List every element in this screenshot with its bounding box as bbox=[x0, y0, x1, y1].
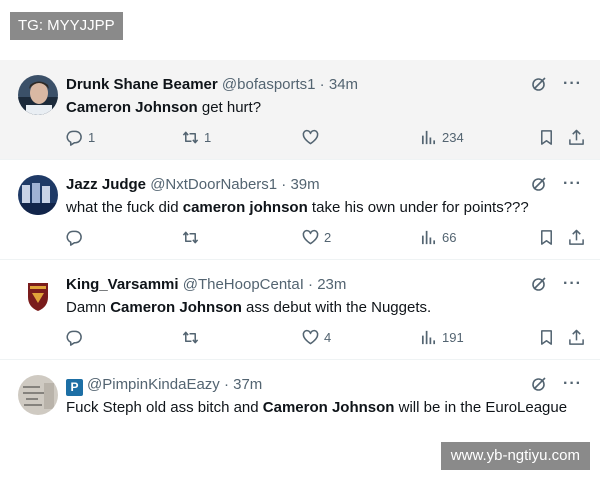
grok-icon[interactable] bbox=[531, 276, 547, 292]
view-count: 191 bbox=[442, 330, 464, 345]
mention-bold: cameron johnson bbox=[182, 199, 308, 216]
tweet-header: Drunk Shane Beamer @bofasports1 · 34m bbox=[66, 76, 358, 94]
watermark-top: TG: MYYJJPP bbox=[10, 12, 123, 40]
bookmark-icon bbox=[541, 330, 552, 345]
retweet-icon bbox=[182, 331, 199, 344]
reply-icon bbox=[66, 130, 82, 146]
like-count: 4 bbox=[324, 330, 332, 345]
avatar-image bbox=[18, 375, 58, 415]
retweet-button[interactable]: 1 bbox=[182, 129, 211, 146]
share-button[interactable] bbox=[568, 329, 585, 346]
avatar-image bbox=[18, 75, 58, 115]
grok-icon[interactable] bbox=[531, 376, 547, 392]
reply-icon bbox=[66, 230, 82, 246]
tweet-header: P @PimpinKindaEazy · 37m bbox=[66, 376, 262, 396]
reply-button[interactable] bbox=[66, 329, 88, 346]
reply-icon bbox=[66, 330, 82, 346]
watermark-bottom: www.yb-ngtiyu.com bbox=[440, 442, 590, 470]
more-icon[interactable]: ··· bbox=[563, 176, 582, 192]
display-name[interactable]: King_Varsammi bbox=[66, 276, 179, 293]
retweet-icon bbox=[182, 131, 199, 144]
view-count: 234 bbox=[442, 130, 464, 145]
grok-icon[interactable] bbox=[531, 176, 547, 192]
views-button[interactable]: 234 bbox=[420, 129, 464, 146]
tweet-top-icons: ··· bbox=[531, 76, 582, 92]
bookmark-icon bbox=[541, 130, 552, 145]
handle-and-time[interactable]: @NxtDoorNabers1 · 39m bbox=[150, 176, 319, 193]
like-icon bbox=[302, 329, 319, 345]
handle-and-time[interactable]: @PimpinKindaEazy · 37m bbox=[87, 376, 262, 393]
tweet[interactable]: Jazz Judge @NxtDoorNabers1 · 39m ··· wha… bbox=[0, 160, 600, 260]
tweet-header: King_Varsammi @TheHoopCentaI · 23m bbox=[66, 276, 346, 294]
retweet-icon bbox=[182, 231, 199, 244]
views-button[interactable]: 191 bbox=[420, 329, 464, 346]
view-count: 66 bbox=[442, 230, 457, 245]
avatar[interactable] bbox=[18, 175, 58, 215]
like-icon bbox=[302, 129, 319, 145]
retweet-count: 1 bbox=[204, 130, 212, 145]
views-button[interactable]: 66 bbox=[420, 229, 456, 246]
bookmark-button[interactable] bbox=[538, 129, 555, 146]
views-icon bbox=[421, 330, 436, 345]
bookmark-button[interactable] bbox=[538, 329, 555, 346]
like-button[interactable]: 2 bbox=[302, 229, 331, 246]
like-button[interactable] bbox=[302, 129, 324, 146]
tweet-feed: Drunk Shane Beamer @bofasports1 · 34m ··… bbox=[0, 60, 600, 428]
avatar[interactable] bbox=[18, 275, 58, 315]
views-icon bbox=[421, 230, 436, 245]
like-icon bbox=[302, 229, 319, 245]
grok-icon[interactable] bbox=[531, 76, 547, 92]
tweet-header: Jazz Judge @NxtDoorNabers1 · 39m bbox=[66, 176, 320, 194]
tweet-top-icons: ··· bbox=[531, 376, 582, 392]
tweet-text: Fuck Steph old ass bitch and Cameron Joh… bbox=[66, 399, 568, 416]
like-button[interactable]: 4 bbox=[302, 329, 331, 346]
reply-count: 1 bbox=[88, 130, 96, 145]
avatar-image bbox=[18, 175, 58, 215]
like-count: 2 bbox=[324, 230, 332, 245]
display-name[interactable]: Drunk Shane Beamer bbox=[66, 76, 218, 93]
tweet-actions: 2 66 bbox=[66, 229, 586, 249]
tweet-text: what the fuck did cameron johnson take h… bbox=[66, 199, 529, 216]
mention-bold: Cameron Johnson bbox=[110, 299, 242, 316]
mention-bold: Cameron Johnson bbox=[262, 399, 395, 416]
tweet[interactable]: King_Varsammi @TheHoopCentaI · 23m ··· D… bbox=[0, 260, 600, 360]
share-icon bbox=[569, 229, 584, 245]
tweet[interactable]: Drunk Shane Beamer @bofasports1 · 34m ··… bbox=[0, 60, 600, 160]
retweet-button[interactable] bbox=[182, 229, 204, 246]
share-button[interactable] bbox=[568, 229, 585, 246]
avatar-image bbox=[18, 275, 58, 315]
tweet-top-icons: ··· bbox=[531, 276, 582, 292]
more-icon[interactable]: ··· bbox=[563, 276, 582, 292]
share-button[interactable] bbox=[568, 129, 585, 146]
tweet-actions: 4 191 bbox=[66, 329, 586, 349]
avatar[interactable] bbox=[18, 75, 58, 115]
reply-button[interactable]: 1 bbox=[66, 129, 95, 146]
tweet-text: Damn Cameron Johnson ass debut with the … bbox=[66, 299, 432, 316]
share-icon bbox=[569, 329, 584, 345]
tweet[interactable]: P @PimpinKindaEazy · 37m ··· Fuck Steph o… bbox=[0, 360, 600, 428]
retweet-button[interactable] bbox=[182, 329, 204, 346]
more-icon[interactable]: ··· bbox=[563, 376, 582, 392]
share-icon bbox=[569, 129, 584, 145]
bookmark-button[interactable] bbox=[538, 229, 555, 246]
reply-button[interactable] bbox=[66, 229, 88, 246]
views-icon bbox=[421, 130, 436, 145]
mention-bold: Cameron Johnson bbox=[66, 99, 198, 116]
tweet-top-icons: ··· bbox=[531, 176, 582, 192]
more-icon[interactable]: ··· bbox=[563, 76, 582, 92]
tweet-text: Cameron Johnson get hurt? bbox=[66, 99, 262, 116]
avatar[interactable] bbox=[18, 375, 58, 415]
handle-and-time[interactable]: @TheHoopCentaI · 23m bbox=[183, 276, 347, 293]
display-name[interactable]: Jazz Judge bbox=[66, 176, 146, 193]
handle-and-time[interactable]: @bofasports1 · 34m bbox=[222, 76, 358, 93]
bookmark-icon bbox=[541, 230, 552, 245]
tweet-actions: 1 1 234 bbox=[66, 129, 586, 149]
profile-badge-icon: P bbox=[66, 379, 83, 396]
